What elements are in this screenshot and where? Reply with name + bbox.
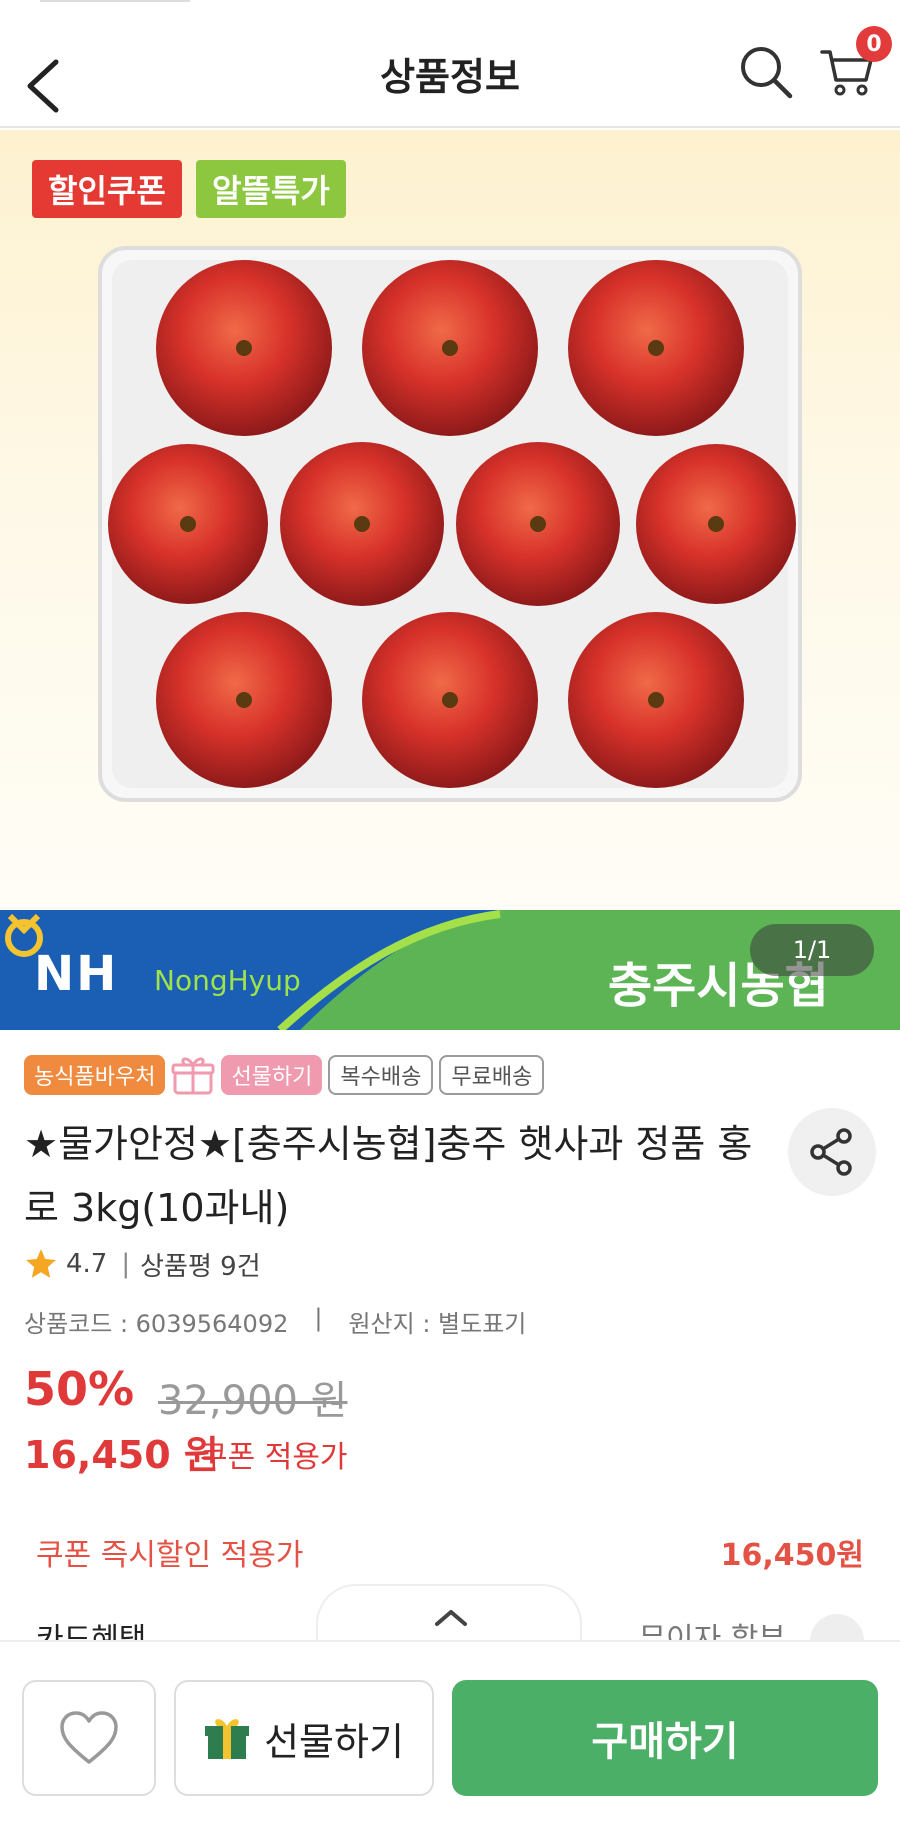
- search-icon[interactable]: [738, 44, 794, 100]
- product-code: 상품코드 : 6039564092: [24, 1310, 289, 1338]
- header-bar: 상품정보 0: [0, 0, 900, 128]
- coupon-benefit-row: 쿠폰 즉시할인 적용가 16,450원: [36, 1530, 864, 1574]
- share-button[interactable]: [788, 1108, 876, 1196]
- product-badges: 농식품바우처 선물하기 복수배송 무료배송: [24, 1054, 545, 1096]
- chevron-up-icon: [435, 1610, 467, 1626]
- status-bar-remnant: [40, 0, 190, 2]
- cart-count-badge: 0: [856, 26, 892, 62]
- bottom-action-bar: 선물하기 구매하기: [0, 1640, 900, 1830]
- multi-shipping-badge: 복수배송: [328, 1055, 434, 1095]
- product-meta: 상품코드 : 6039564092 | 원산지 : 별도표기: [24, 1304, 526, 1339]
- coupon-label: 쿠폰 즉시할인 적용가: [36, 1538, 304, 1573]
- wishlist-button[interactable]: [22, 1680, 156, 1796]
- review-count-link[interactable]: 상품평 9건: [140, 1246, 261, 1283]
- apple-tray-image: [98, 246, 802, 802]
- heart-icon: [60, 1711, 118, 1764]
- share-icon: [810, 1128, 852, 1176]
- product-image-area[interactable]: 할인쿠폰 알뜰특가: [0, 130, 900, 910]
- buy-button[interactable]: 구매하기: [452, 1680, 878, 1796]
- gift-badge: 선물하기: [221, 1055, 323, 1095]
- gift-button-label: 선물하기: [264, 1719, 404, 1764]
- meta-separator: |: [314, 1304, 323, 1332]
- gift-button[interactable]: 선물하기: [174, 1680, 434, 1796]
- sale-price: 16,450 원: [24, 1433, 219, 1477]
- sale-price-note: 쿠폰 적용가: [200, 1440, 348, 1475]
- discount-coupon-tag: 할인쿠폰: [32, 160, 182, 218]
- product-name: ★물가안정★[충주시농협]충주 햇사과 정품 홍로 3kg(10과내): [24, 1122, 753, 1230]
- rating-row[interactable]: 4.7 | 상품평 9건: [24, 1244, 261, 1284]
- coupon-value: 16,450원: [720, 1538, 864, 1573]
- origin-label: 원산지 : 별도표기: [348, 1310, 527, 1338]
- nonghyup-symbol-icon: [5, 913, 43, 957]
- rating-value: 4.7: [66, 1249, 108, 1279]
- rating-separator: |: [121, 1249, 131, 1279]
- gift-icon: [171, 1057, 215, 1095]
- gift-box-icon: [205, 1719, 250, 1759]
- bargain-tag: 알뜰특가: [196, 160, 346, 218]
- discount-rate: 50%: [24, 1362, 135, 1416]
- image-pager: 1/1: [750, 924, 874, 976]
- voucher-badge: 농식품바우처: [24, 1055, 166, 1095]
- free-shipping-badge: 무료배송: [439, 1055, 545, 1095]
- nonghyup-label: NongHyup: [154, 964, 301, 997]
- original-price: 32,900 원: [158, 1378, 348, 1424]
- star-icon: [26, 1249, 56, 1278]
